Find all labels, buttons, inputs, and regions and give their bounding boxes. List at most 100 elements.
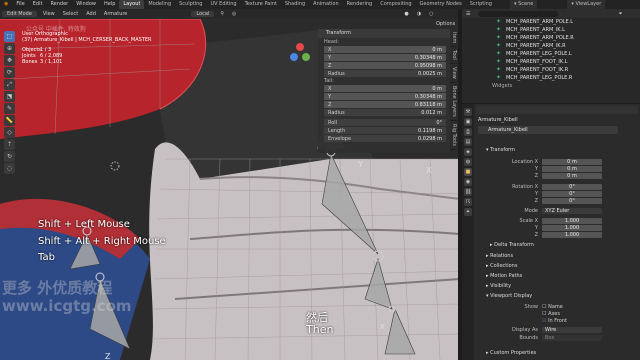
- menu-file[interactable]: File: [12, 0, 28, 9]
- menu-window[interactable]: Window: [72, 0, 100, 9]
- tab-animation[interactable]: Animation: [309, 0, 343, 9]
- tool-tab-icon[interactable]: ⚒: [464, 108, 472, 116]
- menu-armature[interactable]: Armature: [100, 11, 131, 17]
- tab-compositing[interactable]: Compositing: [376, 0, 415, 9]
- view-layer-selector[interactable]: ▾ ViewLayer: [567, 0, 606, 9]
- tab-item[interactable]: Item: [450, 29, 457, 48]
- tail-z-field[interactable]: Z 0.83118 m: [324, 101, 446, 108]
- location-x-field[interactable]: 0 m: [542, 159, 602, 165]
- menu-add[interactable]: Add: [82, 11, 100, 17]
- render-tab-icon[interactable]: ▣: [464, 118, 472, 126]
- tab-geometry-nodes[interactable]: Geometry Nodes: [416, 0, 466, 9]
- location-y-field[interactable]: 0 m: [542, 166, 602, 172]
- outliner-item[interactable]: ✦ MCH_PARENT_LEG_POLE.L: [462, 50, 640, 58]
- gizmo-y[interactable]: [302, 53, 310, 61]
- outliner-item[interactable]: ✦ MCH_PARENT_ARM_POLE.R: [462, 34, 640, 42]
- view-layer-tab-icon[interactable]: ▤: [464, 138, 472, 146]
- bone-size-icon[interactable]: ◇: [4, 127, 15, 138]
- head-z-field[interactable]: Z 0.95098 m: [324, 62, 446, 69]
- tab-view[interactable]: View: [450, 64, 457, 83]
- properties-search-input[interactable]: [476, 106, 638, 114]
- options-button[interactable]: Options: [436, 21, 455, 27]
- tab-sculpting[interactable]: Sculpting: [175, 0, 206, 9]
- roll-field[interactable]: Roll 0°: [324, 119, 446, 126]
- show-axes-checkbox[interactable]: ☐ Axes: [542, 311, 560, 317]
- transform-panel-title[interactable]: Transform: [318, 29, 450, 38]
- mode-dropdown[interactable]: Edit Mode: [2, 11, 37, 17]
- display-as-dropdown[interactable]: Wire: [542, 327, 602, 333]
- outliner-item[interactable]: ✦ MCH_PARENT_FOOT_IK.R: [462, 66, 640, 74]
- constraints-tab-icon[interactable]: ⛓: [464, 188, 472, 196]
- rotation-z-field[interactable]: 0°: [542, 198, 602, 204]
- tab-layout[interactable]: Layout: [119, 0, 145, 9]
- shading-rendered-icon[interactable]: ○: [425, 11, 437, 17]
- output-tab-icon[interactable]: ⎙: [464, 128, 472, 136]
- head-y-field[interactable]: Y 0.30348 m: [324, 54, 446, 61]
- tab-tool[interactable]: Tool: [450, 47, 457, 65]
- tail-x-field[interactable]: X 0 m: [324, 85, 446, 92]
- tail-radius-field[interactable]: Radius 0.012 m: [324, 109, 446, 116]
- physics-tab-icon[interactable]: ◉: [464, 178, 472, 186]
- outliner-item[interactable]: ✦ MCH_PARENT_FOOT_IK.L: [462, 58, 640, 66]
- scene-selector[interactable]: ▾ Scene: [509, 0, 538, 9]
- show-in-front-checkbox[interactable]: ☑ In Front: [542, 318, 567, 324]
- scale-x-field[interactable]: 1.000: [542, 218, 602, 224]
- outliner-search-input[interactable]: [478, 10, 559, 17]
- object-tab-icon[interactable]: ■: [464, 168, 472, 176]
- outliner-item[interactable]: ✦ MCH_PARENT_ARM_IK.L: [462, 26, 640, 34]
- roll-icon[interactable]: ↻: [4, 151, 15, 162]
- object-name-field[interactable]: Armature_Kibell: [478, 126, 618, 134]
- outliner-item[interactable]: ✦ MCH_PARENT_LEG_POLE.R: [462, 74, 640, 82]
- measure-icon[interactable]: 📏: [4, 115, 15, 126]
- tab-scripting[interactable]: Scripting: [466, 0, 496, 9]
- tab-texture-paint[interactable]: Texture Paint: [241, 0, 281, 9]
- shading-solid-icon[interactable]: ●: [400, 11, 412, 17]
- tab-shading[interactable]: Shading: [281, 0, 309, 9]
- tail-y-field[interactable]: Y 0.30348 m: [324, 93, 446, 100]
- filter-icon[interactable]: ⏷: [618, 11, 622, 17]
- transform-icon[interactable]: ⬔: [4, 91, 15, 102]
- scale-z-field[interactable]: 1.000: [542, 232, 602, 238]
- tab-rig-tools[interactable]: Rig Tools: [450, 121, 457, 150]
- menu-help[interactable]: Help: [100, 0, 119, 9]
- snap-icon[interactable]: ⚲: [216, 11, 228, 17]
- cursor-icon[interactable]: ⊕: [4, 43, 15, 54]
- envelope-icon[interactable]: ◌: [4, 163, 15, 174]
- tab-modeling[interactable]: Modeling: [144, 0, 175, 9]
- gizmo-z[interactable]: [290, 53, 298, 61]
- outliner-item[interactable]: ✦ MCH_PARENT_ARM_IK.R: [462, 42, 640, 50]
- head-radius-field[interactable]: Radius 0.0025 m: [324, 70, 446, 77]
- outliner-item-widgets[interactable]: Widgets: [462, 82, 640, 90]
- head-x-field[interactable]: X 0 m: [324, 46, 446, 53]
- scale-y-field[interactable]: 1.000: [542, 225, 602, 231]
- menu-select[interactable]: Select: [59, 11, 82, 17]
- tab-rendering[interactable]: Rendering: [343, 0, 377, 9]
- scale-icon[interactable]: ⤢: [4, 79, 15, 90]
- gizmo-x[interactable]: [296, 43, 304, 51]
- armature-data-tab-icon[interactable]: ☈: [464, 198, 472, 206]
- shading-material-icon[interactable]: ◑: [413, 11, 425, 17]
- bounds-dropdown[interactable]: Box: [542, 335, 602, 341]
- move-icon[interactable]: ✥: [4, 55, 15, 66]
- menu-render[interactable]: Render: [46, 0, 72, 9]
- rotation-x-field[interactable]: 0°: [542, 184, 602, 190]
- annotate-icon[interactable]: ✎: [4, 103, 15, 114]
- menu-edit[interactable]: Edit: [29, 0, 47, 9]
- extrude-icon[interactable]: ⇡: [4, 139, 15, 150]
- location-z-field[interactable]: 0 m: [542, 173, 602, 179]
- tab-uv-editing[interactable]: UV Editing: [206, 0, 240, 9]
- rotate-icon[interactable]: ⟳: [4, 67, 15, 78]
- select-box-icon[interactable]: ⬚: [4, 31, 15, 42]
- blender-logo-icon[interactable]: ◉: [0, 0, 12, 9]
- show-name-checkbox[interactable]: ☐ Name: [542, 304, 563, 310]
- orientation-dropdown[interactable]: Local: [191, 11, 215, 17]
- world-tab-icon[interactable]: ◍: [464, 158, 472, 166]
- bone-tab-icon[interactable]: ✦: [464, 208, 472, 216]
- outliner-editor-icon[interactable]: ☰: [462, 11, 470, 17]
- envelope-field[interactable]: Envelope 0.0298 m: [324, 135, 446, 142]
- rotation-mode-dropdown[interactable]: XYZ Euler: [542, 208, 602, 214]
- proportional-edit-icon[interactable]: ◎: [228, 11, 240, 17]
- outliner-item[interactable]: ✦ MCH_PARENT_ARM_POLE.L: [462, 18, 640, 26]
- rotation-y-field[interactable]: 0°: [542, 191, 602, 197]
- tab-bone-layers[interactable]: Bone Layers: [450, 83, 457, 121]
